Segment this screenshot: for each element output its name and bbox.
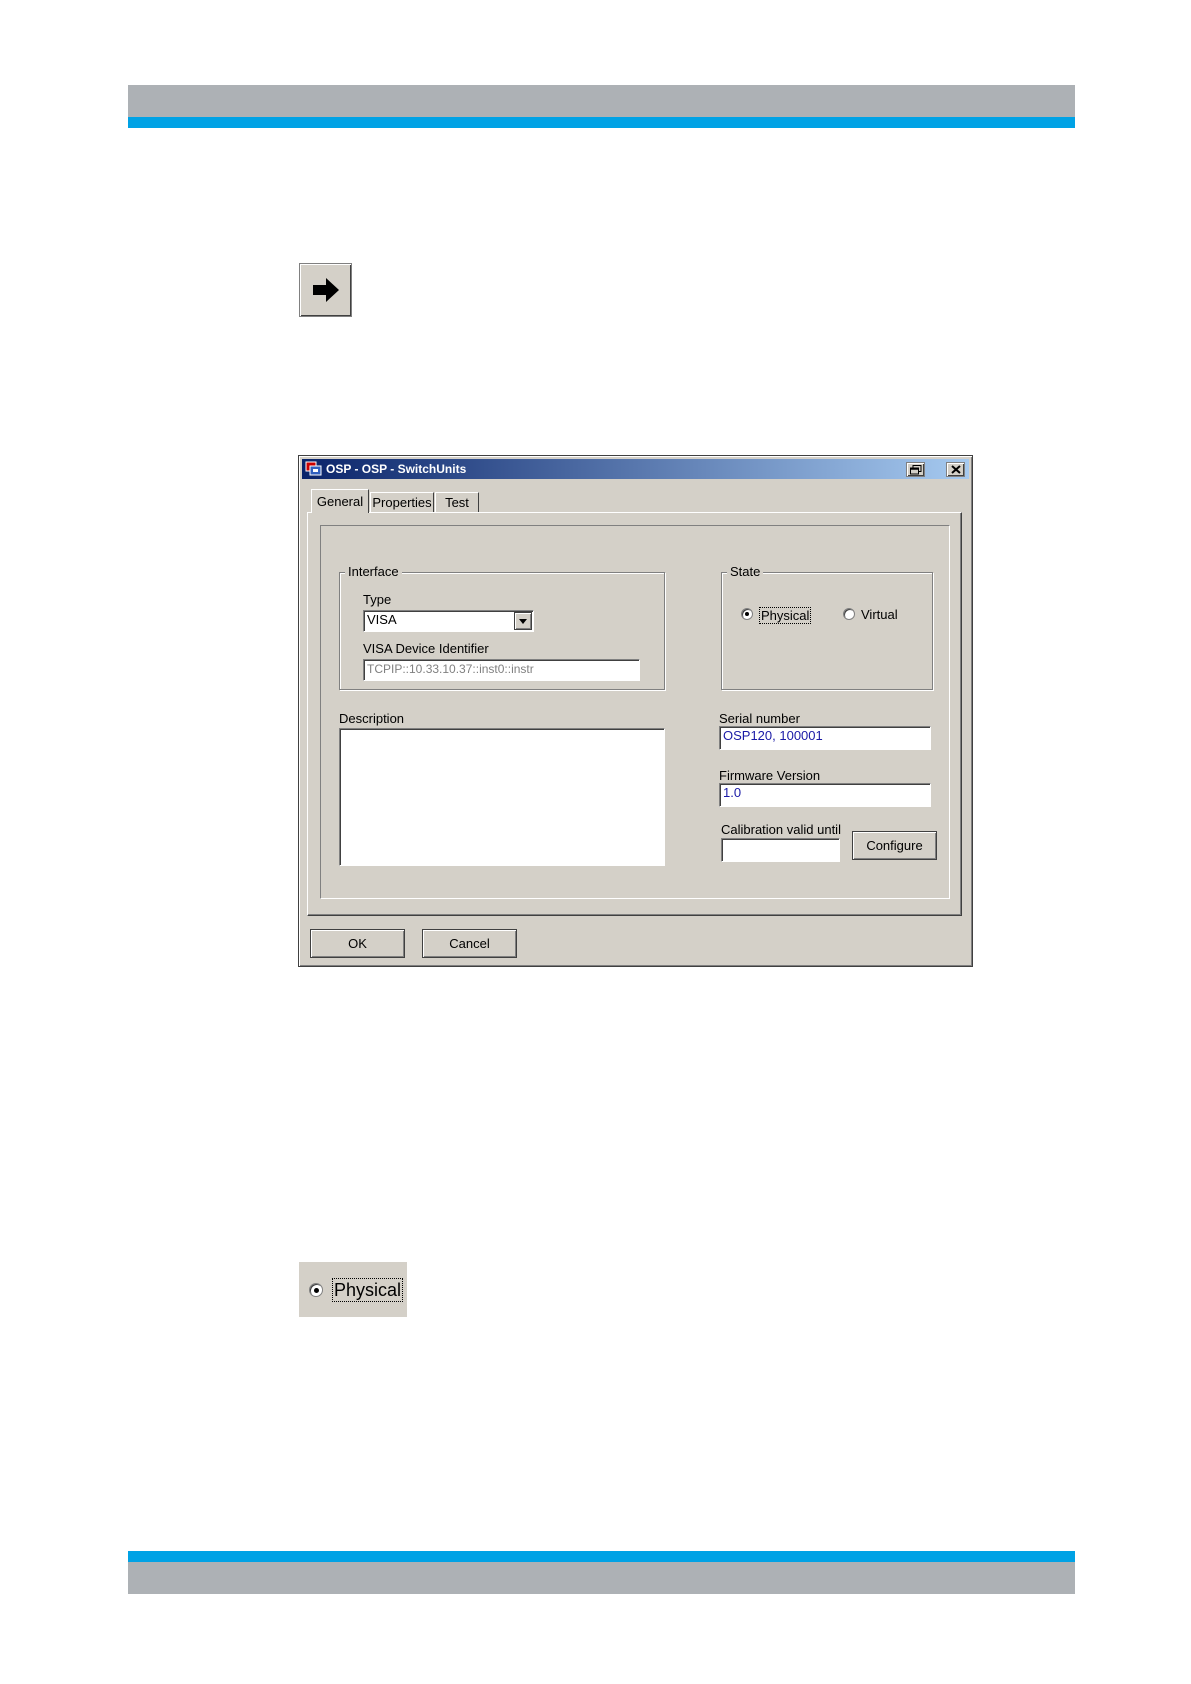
tab-test[interactable]: Test (435, 492, 479, 512)
page-header-blue-bar (128, 117, 1075, 128)
ok-button[interactable]: OK (310, 929, 405, 958)
dropdown-arrow-icon (519, 618, 527, 624)
visa-identifier-label: VISA Device Identifier (363, 641, 489, 656)
state-legend: State (727, 565, 764, 579)
app-icon (305, 461, 322, 476)
page-header-gray-bar (128, 85, 1075, 117)
switchunits-dialog: OSP - OSP - SwitchUnits General Properti… (298, 455, 973, 967)
close-icon (950, 465, 961, 474)
virtual-radio-label[interactable]: Virtual (861, 607, 898, 622)
dialog-titlebar[interactable]: OSP - OSP - SwitchUnits (302, 459, 969, 479)
restore-icon (909, 464, 921, 474)
cancel-button[interactable]: Cancel (422, 929, 517, 958)
type-dropdown-button[interactable] (514, 612, 532, 630)
page-footer-gray-bar (128, 1562, 1075, 1594)
firmware-version-field[interactable]: 1.0 (719, 783, 931, 807)
calibration-field[interactable] (721, 838, 840, 862)
visa-identifier-value: TCPIP::10.33.10.37::inst0::instr (367, 662, 534, 676)
description-label: Description (339, 711, 405, 726)
tab-general[interactable]: General (311, 489, 369, 513)
arrow-button (299, 263, 352, 317)
description-textarea[interactable] (339, 728, 665, 866)
physical-example-radio[interactable] (309, 1283, 323, 1297)
configure-button-label: Configure (866, 838, 923, 853)
virtual-radio[interactable] (843, 608, 855, 620)
firmware-version-value: 1.0 (723, 785, 742, 800)
dialog-title: OSP - OSP - SwitchUnits (326, 462, 467, 476)
physical-radio-example: Physical (299, 1262, 407, 1317)
tab-properties-label: Properties (372, 495, 432, 510)
serial-number-field[interactable]: OSP120, 100001 (719, 726, 931, 750)
ok-button-label: OK (348, 936, 367, 951)
physical-radio-label[interactable]: Physical (759, 607, 812, 624)
close-button[interactable] (946, 462, 965, 477)
configure-button[interactable]: Configure (852, 831, 937, 860)
physical-example-label[interactable]: Physical (332, 1278, 404, 1302)
state-group (721, 572, 933, 690)
serial-number-label: Serial number (719, 711, 800, 726)
restore-button[interactable] (906, 462, 925, 477)
physical-radio[interactable] (741, 608, 753, 620)
type-select[interactable]: VISA (363, 610, 534, 632)
visa-identifier-field[interactable]: TCPIP::10.33.10.37::inst0::instr (363, 659, 640, 681)
serial-number-value: OSP120, 100001 (723, 728, 823, 743)
calibration-label: Calibration valid until (721, 822, 841, 837)
tab-test-label: Test (445, 495, 469, 510)
page-footer-blue-bar (128, 1551, 1075, 1562)
cancel-button-label: Cancel (449, 936, 490, 951)
arrow-right-icon (312, 278, 339, 302)
tab-panel-general: Interface Type VISA VISA Device Identifi… (307, 512, 962, 916)
tab-properties[interactable]: Properties (370, 492, 434, 512)
tab-general-label: General (316, 494, 364, 509)
type-label: Type (363, 592, 392, 607)
type-select-value: VISA (367, 612, 397, 627)
interface-legend: Interface (345, 565, 402, 579)
firmware-version-label: Firmware Version (719, 768, 821, 783)
